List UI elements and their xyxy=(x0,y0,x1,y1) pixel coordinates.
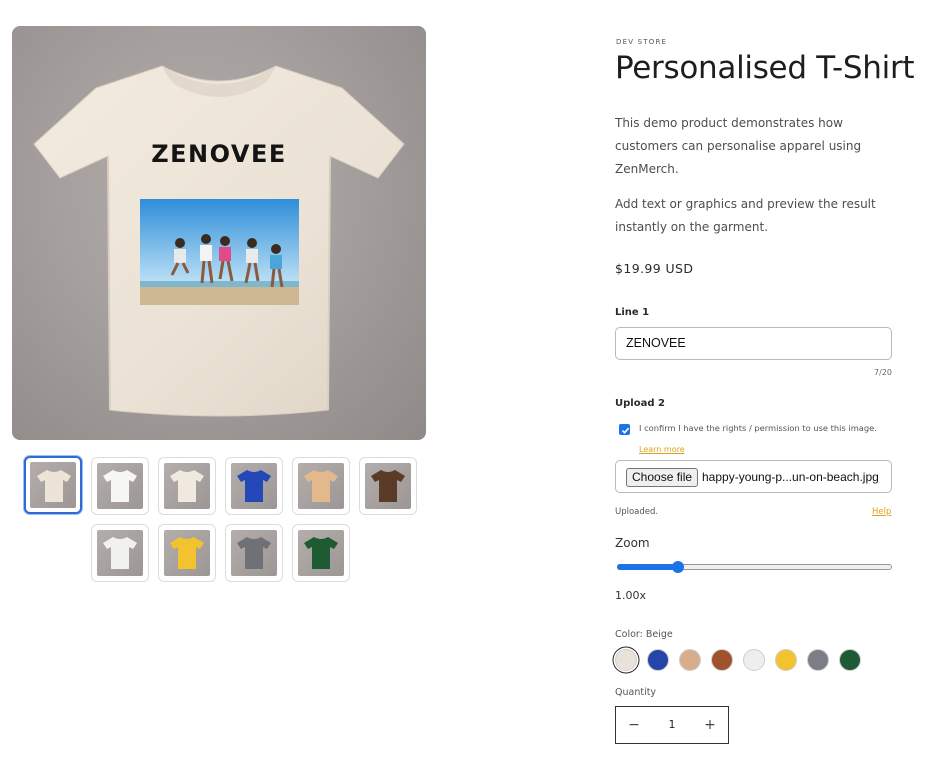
shirt-print-photo xyxy=(140,199,299,305)
tshirt-icon xyxy=(304,470,338,502)
quantity-stepper: − 1 + xyxy=(615,706,729,744)
upload-status: Uploaded. xyxy=(615,507,659,517)
product-description: This demo product demonstrates how custo… xyxy=(615,112,893,239)
help-link[interactable]: Help xyxy=(872,507,891,517)
tshirt-icon xyxy=(170,537,204,569)
color-swatch-grey[interactable] xyxy=(807,649,829,671)
thumbnail-5[interactable] xyxy=(292,457,350,515)
increase-quantity-button[interactable]: + xyxy=(692,707,728,743)
line1-character-counter: 7/20 xyxy=(874,368,892,377)
tshirt-icon xyxy=(103,537,137,569)
tshirt-icon xyxy=(103,470,137,502)
quantity-label: Quantity xyxy=(615,687,657,698)
zoom-value: 1.00x xyxy=(615,589,647,602)
color-swatch-white[interactable] xyxy=(743,649,765,671)
tshirt-icon xyxy=(371,470,405,502)
zoom-slider-thumb[interactable] xyxy=(671,561,684,573)
thumbnail-6[interactable] xyxy=(359,457,417,515)
shirt-print-text: ZENOVEE xyxy=(151,140,287,168)
description-paragraph: Add text or graphics and preview the res… xyxy=(615,197,876,234)
quantity-input[interactable]: 1 xyxy=(652,707,692,743)
choose-file-button[interactable]: Choose file xyxy=(626,468,699,487)
product-title: Personalised T-Shirt xyxy=(615,50,915,86)
thumbnail-10[interactable] xyxy=(292,524,350,582)
tshirt-icon xyxy=(170,470,204,502)
product-price: $19.99 USD xyxy=(615,261,694,276)
vendor-label: DEV STORE xyxy=(616,38,668,46)
learn-more-link[interactable]: Learn more xyxy=(639,445,685,454)
checkmark-icon xyxy=(621,427,630,434)
main-product-image[interactable]: ZENOVEE xyxy=(12,26,426,440)
zoom-label: Zoom xyxy=(615,536,650,550)
thumbnail-1[interactable] xyxy=(24,456,82,514)
zoom-slider-fill xyxy=(617,564,678,570)
thumbnail-4[interactable] xyxy=(225,457,283,515)
tshirt-icon xyxy=(237,537,271,569)
rights-checkbox[interactable] xyxy=(619,424,630,435)
color-swatch-royal-blue[interactable] xyxy=(647,649,669,671)
line1-label: Line 1 xyxy=(615,307,650,318)
thumbnail-3[interactable] xyxy=(158,457,216,515)
tshirt-icon xyxy=(237,470,271,502)
color-swatch-brown[interactable] xyxy=(711,649,733,671)
color-swatch-beige[interactable] xyxy=(615,649,637,671)
color-swatch-yellow[interactable] xyxy=(775,649,797,671)
file-upload-input[interactable]: Choose file happy-young-p...un-on-beach.… xyxy=(615,460,892,493)
thumbnail-7[interactable] xyxy=(91,524,149,582)
selected-file-name: happy-young-p...un-on-beach.jpg xyxy=(702,470,879,484)
upload-label: Upload 2 xyxy=(615,398,665,409)
color-swatch-green[interactable] xyxy=(839,649,861,671)
color-swatch-tan[interactable] xyxy=(679,649,701,671)
thumbnail-9[interactable] xyxy=(225,524,283,582)
thumbnail-2[interactable] xyxy=(91,457,149,515)
description-paragraph: This demo product demonstrates how custo… xyxy=(615,116,862,176)
thumbnail-8[interactable] xyxy=(158,524,216,582)
line1-input[interactable]: ZENOVEE xyxy=(615,327,892,360)
color-label: Color: Beige xyxy=(615,629,673,640)
tshirt-icon xyxy=(37,470,71,502)
rights-confirmation-text: I confirm I have the rights / permission… xyxy=(639,423,877,433)
decrease-quantity-button[interactable]: − xyxy=(616,707,652,743)
tshirt-icon xyxy=(304,537,338,569)
